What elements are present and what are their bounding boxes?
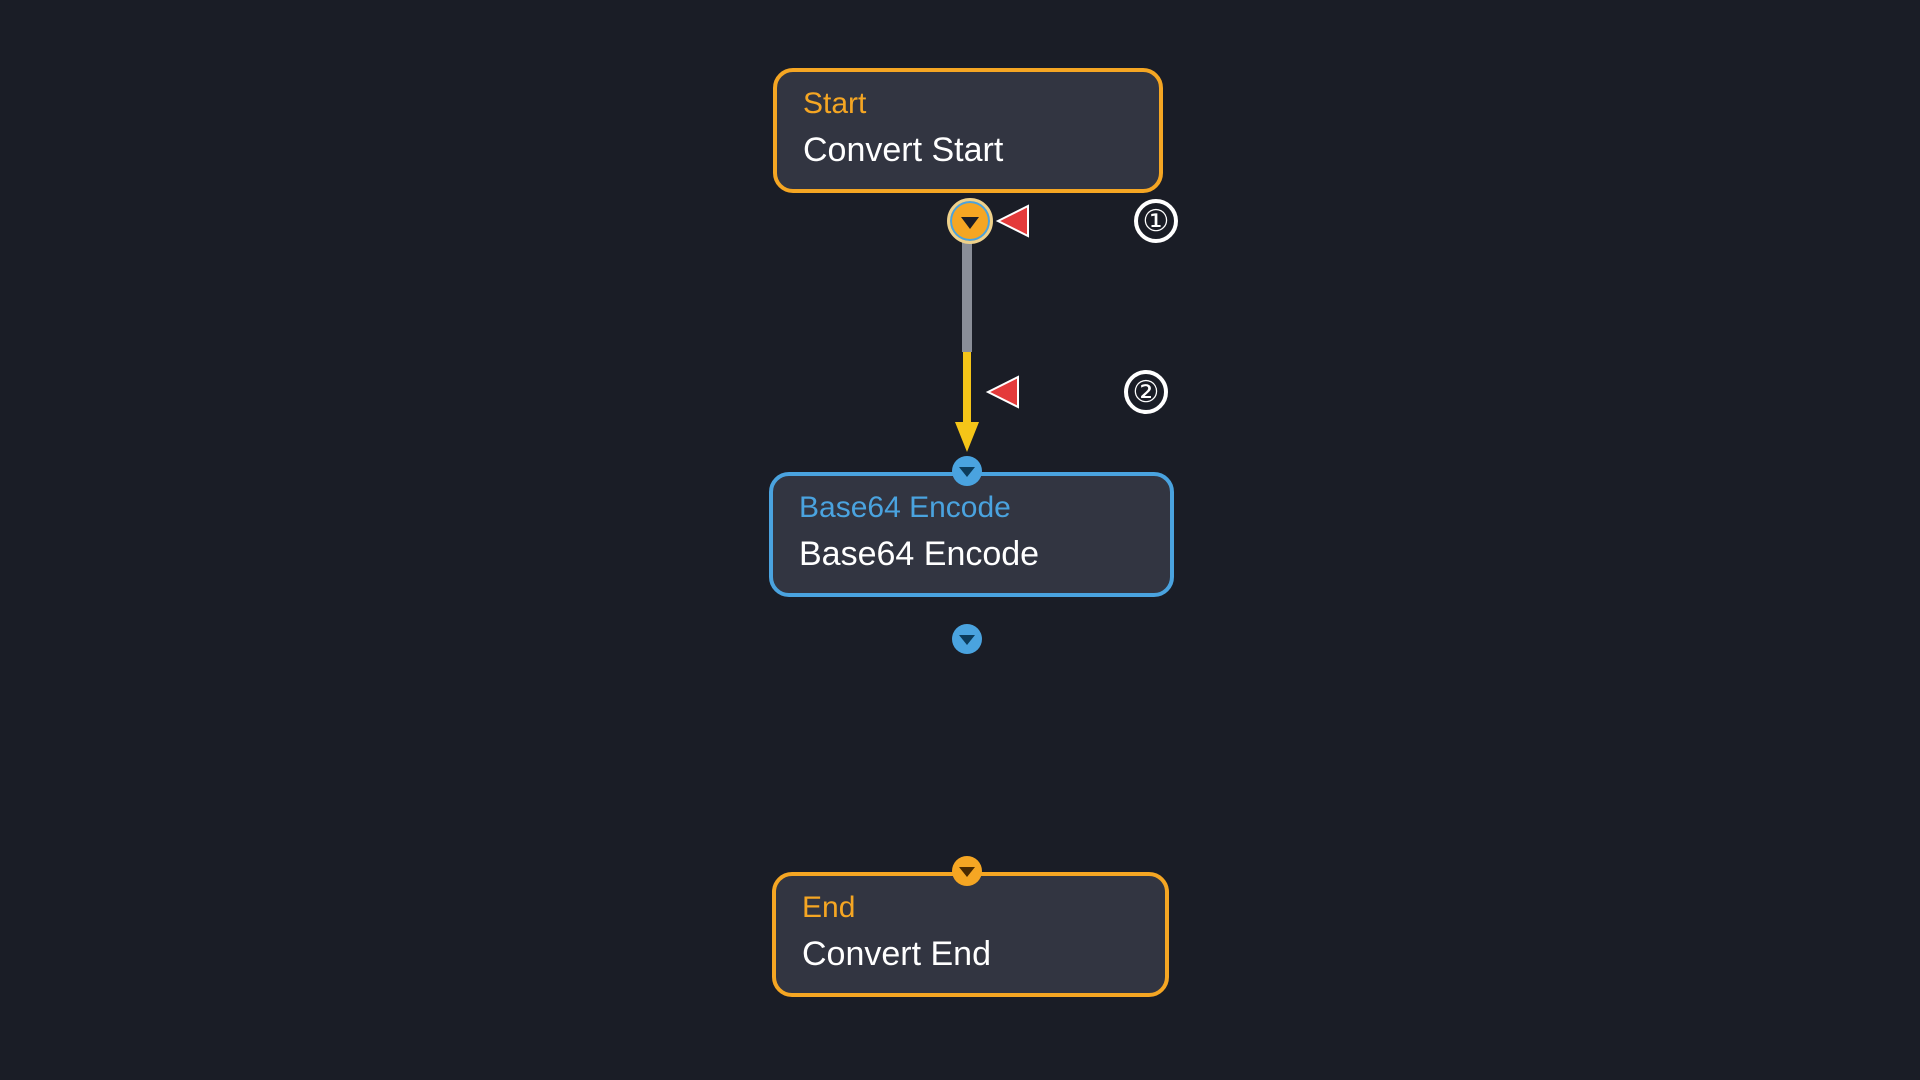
node-end-title: Convert End	[802, 934, 1139, 975]
port-encode-output[interactable]	[952, 624, 982, 654]
flow-canvas[interactable]: Start Convert Start Base64 Encode Base64…	[0, 0, 1920, 1080]
annotation-1: ①	[1134, 199, 1178, 243]
annotation-arrow-1	[998, 206, 1130, 236]
annotation-2: ②	[1124, 370, 1168, 414]
node-start-type-label: Start	[803, 86, 1133, 122]
chevron-down-icon	[959, 635, 975, 645]
node-end[interactable]: End Convert End	[772, 872, 1169, 997]
node-encode-type-label: Base64 Encode	[799, 490, 1144, 526]
connector-arrowhead	[955, 422, 979, 452]
port-end-input[interactable]	[952, 856, 982, 886]
node-start-title: Convert Start	[803, 130, 1133, 171]
node-base64-encode[interactable]: Base64 Encode Base64 Encode	[769, 472, 1174, 597]
annotation-badge-1: ①	[1134, 199, 1178, 243]
annotation-badge-2: ②	[1124, 370, 1168, 414]
node-end-type-label: End	[802, 890, 1139, 926]
chevron-down-icon	[959, 467, 975, 477]
port-start-output[interactable]	[947, 198, 993, 244]
node-encode-title: Base64 Encode	[799, 534, 1144, 575]
annotation-arrow-2	[988, 377, 1120, 407]
node-start[interactable]: Start Convert Start	[773, 68, 1163, 193]
port-encode-input[interactable]	[952, 456, 982, 486]
chevron-down-icon	[959, 867, 975, 877]
chevron-down-icon	[961, 217, 979, 229]
